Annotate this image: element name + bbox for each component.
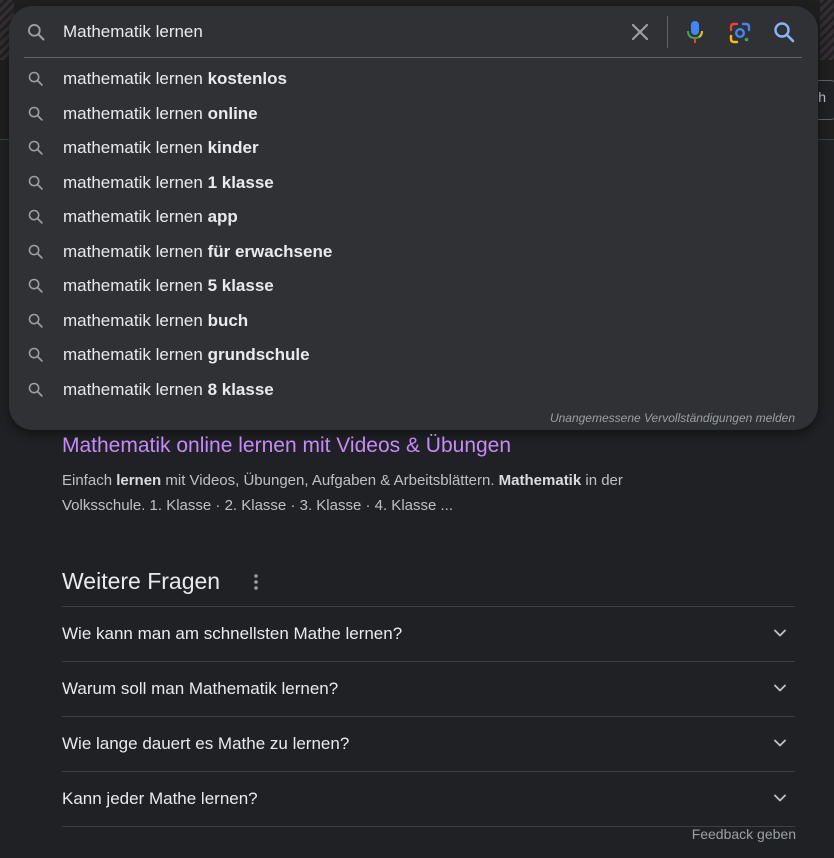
result-snippet: Einfach lernen mit Videos, Übungen, Aufg… <box>62 468 702 518</box>
related-question-row[interactable]: Warum soll man Mathematik lernen? <box>62 661 795 716</box>
suggestion-completion: kostenlos <box>207 69 287 88</box>
search-icon <box>28 313 43 328</box>
suggestion-prefix: mathematik lernen <box>63 138 208 157</box>
suggestion-prefix: mathematik lernen <box>63 172 208 192</box>
suggestion-completion: online <box>207 103 258 123</box>
suggestion-item[interactable]: mathematik lernen 5 klasse <box>9 268 818 303</box>
suggestion-item[interactable]: mathematik lernen kinder <box>9 130 818 165</box>
related-question-row[interactable]: Wie kann man am schnellsten Mathe lernen… <box>62 606 795 661</box>
suggestion-prefix: mathematik lernen <box>63 379 208 399</box>
search-panel-divider <box>24 57 802 58</box>
suggestion-completion: grundschule <box>207 345 310 364</box>
result-title-link[interactable]: Mathematik online lernen mit Videos & Üb… <box>62 434 511 458</box>
related-question-text: Wie kann man am schnellsten Mathe lernen… <box>62 624 403 643</box>
related-questions-bottom-divider <box>62 826 795 827</box>
related-question-text: Wie lange dauert es Mathe zu lernen? <box>62 734 350 753</box>
more-options-icon[interactable] <box>248 571 264 593</box>
page: h Mathematik lernen mathematik lernen ko… <box>0 0 834 858</box>
related-questions-list: Wie kann man am schnellsten Mathe lernen… <box>62 606 795 827</box>
search-icon <box>28 140 43 155</box>
suggestion-completion: 8 klasse <box>207 379 274 399</box>
search-icon <box>28 175 43 190</box>
suggestion-prefix: mathematik lernen <box>63 241 208 261</box>
suggestion-text: mathematik lernen online <box>63 104 258 124</box>
search-bar-separator <box>667 16 668 48</box>
suggestion-text: mathematik lernen für erwachsene <box>63 242 332 262</box>
search-input[interactable] <box>63 19 603 45</box>
search-icon <box>28 278 43 293</box>
snippet-highlight: lernen <box>116 472 162 489</box>
chevron-down-icon <box>774 684 786 692</box>
search-bar <box>9 6 818 58</box>
suggestion-text: mathematik lernen app <box>63 207 238 227</box>
search-icon <box>28 209 43 224</box>
suggestion-completion: kinder <box>207 138 259 157</box>
suggestion-prefix: mathematik lernen <box>63 103 208 123</box>
suggestion-prefix: mathematik lernen <box>63 310 208 330</box>
search-submit-icon[interactable] <box>772 20 796 44</box>
suggestion-text: mathematik lernen kostenlos <box>63 69 287 89</box>
related-question-text: Kann jeder Mathe lernen? <box>62 789 258 808</box>
suggestion-completion: 1 klasse <box>207 172 274 192</box>
snippet-highlight: Mathematik <box>498 472 582 489</box>
snippet-text: Einfach <box>62 472 117 489</box>
chevron-down-icon <box>774 629 786 637</box>
suggestion-text: mathematik lernen 1 klasse <box>63 173 274 193</box>
feedback-link[interactable]: Feedback geben <box>692 826 796 842</box>
suggestion-text: mathematik lernen buch <box>63 311 248 331</box>
background-filter-chip-label: h <box>818 89 826 105</box>
related-questions-title: Weitere Fragen <box>62 568 221 594</box>
search-icon <box>28 106 43 121</box>
suggestion-item[interactable]: mathematik lernen für erwachsene <box>9 234 818 269</box>
doodle-decoration-right <box>820 0 834 60</box>
search-icon <box>28 244 43 259</box>
report-completions-link[interactable]: Unangemessene Vervollständigungen melden <box>550 411 795 425</box>
clear-icon[interactable] <box>628 20 652 44</box>
suggestion-completion: 5 klasse <box>207 276 274 295</box>
search-icon <box>28 382 43 397</box>
suggestion-text: mathematik lernen grundschule <box>63 345 310 365</box>
suggestion-completion: buch <box>207 310 249 330</box>
suggestion-item[interactable]: mathematik lernen grundschule <box>9 337 818 372</box>
related-question-text: Warum soll man Mathematik lernen? <box>62 679 339 698</box>
suggestion-prefix: mathematik lernen <box>63 207 208 226</box>
search-icon <box>28 24 45 41</box>
suggestion-completion: für erwachsene <box>207 241 333 261</box>
suggestion-item[interactable]: mathematik lernen kostenlos <box>9 61 818 96</box>
search-icon <box>28 71 43 86</box>
suggestion-item[interactable]: mathematik lernen app <box>9 199 818 234</box>
suggestion-prefix: mathematik lernen <box>63 276 208 295</box>
related-question-row[interactable]: Kann jeder Mathe lernen? <box>62 771 795 826</box>
suggestion-item[interactable]: mathematik lernen buch <box>9 303 818 338</box>
suggestion-list: mathematik lernen kostenlos mathematik le… <box>9 61 818 406</box>
snippet-text: mit Videos, Übungen, Aufgaben & Arbeitsb… <box>161 472 499 489</box>
suggestion-completion: app <box>207 207 238 226</box>
related-question-row[interactable]: Wie lange dauert es Mathe zu lernen? <box>62 716 795 771</box>
suggestion-item[interactable]: mathematik lernen 8 klasse <box>9 372 818 407</box>
suggestion-text: mathematik lernen kinder <box>63 138 259 158</box>
lens-icon[interactable] <box>728 21 752 45</box>
search-icon <box>28 347 43 362</box>
suggestion-text: mathematik lernen 8 klasse <box>63 380 274 400</box>
suggestion-item[interactable]: mathematik lernen online <box>9 96 818 131</box>
mic-icon[interactable] <box>683 19 707 45</box>
suggestion-text: mathematik lernen 5 klasse <box>63 276 274 296</box>
search-autocomplete-panel: mathematik lernen kostenlosmathematik le… <box>9 6 818 430</box>
chevron-down-icon <box>774 794 786 802</box>
suggestion-prefix: mathematik lernen <box>63 69 208 88</box>
suggestion-prefix: mathematik lernen <box>63 345 208 364</box>
chevron-down-icon <box>774 739 786 747</box>
suggestion-item[interactable]: mathematik lernen 1 klasse <box>9 165 818 200</box>
